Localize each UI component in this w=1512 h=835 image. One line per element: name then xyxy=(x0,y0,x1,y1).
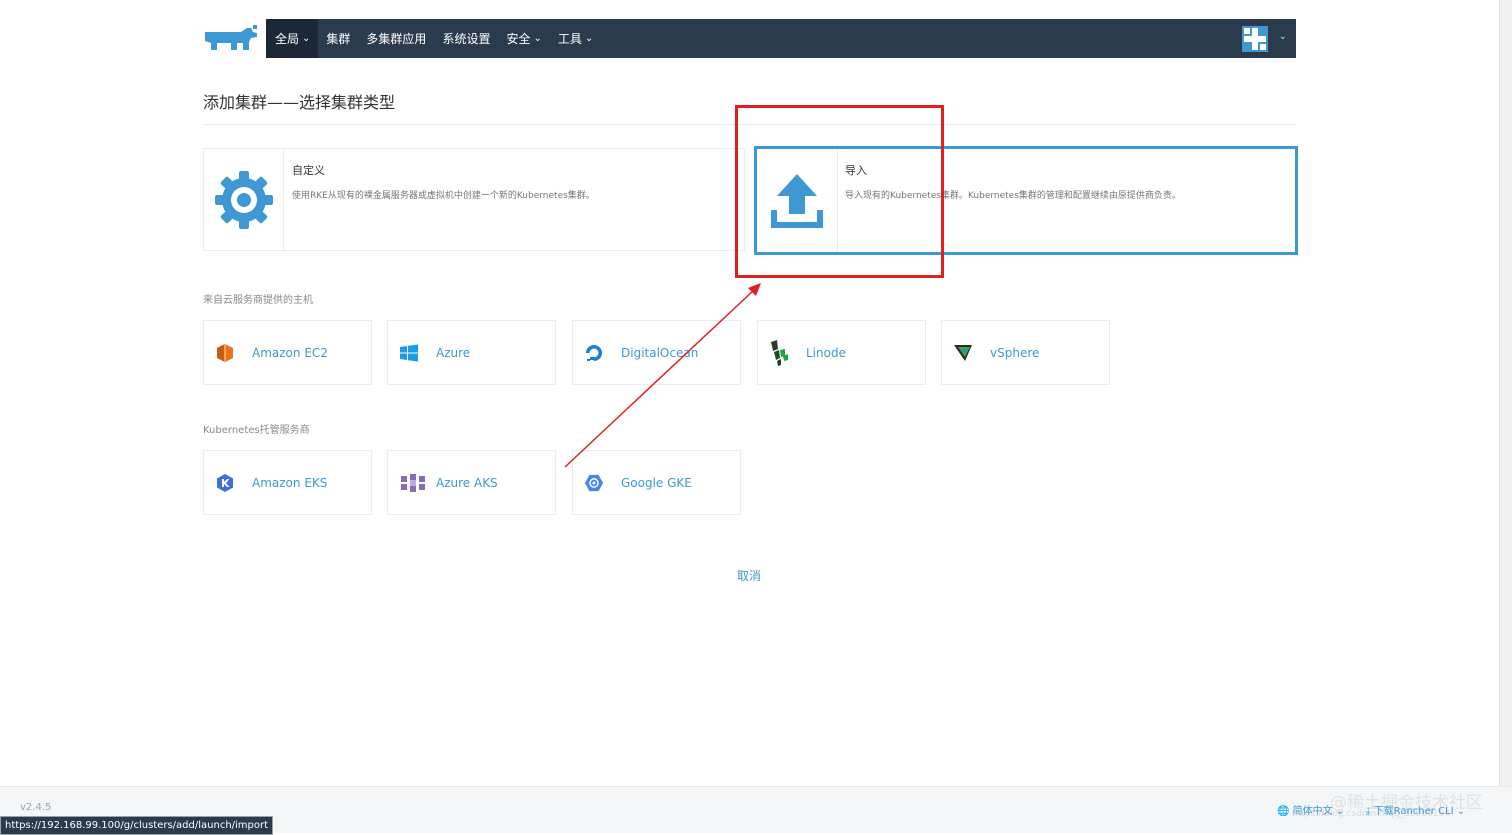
provider-label: Azure AKS xyxy=(436,475,498,490)
provider-azure[interactable]: Azure xyxy=(387,320,556,385)
vsphere-icon xyxy=(953,343,973,363)
chevron-down-icon: ⌄ xyxy=(302,33,311,44)
nav-item-label: 工具 xyxy=(557,32,582,46)
section-label-cloud-hosts: 来自云服务商提供的主机 xyxy=(203,295,313,306)
language-selector[interactable]: 🌐 简体中文 ⌄ xyxy=(1277,802,1344,817)
footer: @稀土掘金技术社区 https://blog.csdn.net/qq_36963… xyxy=(0,786,1512,835)
google-gke-icon xyxy=(584,473,604,493)
avatar-pattern-icon xyxy=(1242,26,1268,52)
nav-item-label: 集群 xyxy=(326,32,351,46)
rancher-logo-icon[interactable] xyxy=(203,24,259,54)
amazon-eks-icon xyxy=(215,473,235,493)
provider-google-gke[interactable]: Google GKE xyxy=(572,450,741,515)
cluster-type-import-card[interactable]: 导入 导入现有的Kubernetes集群。Kubernetes集群的管理和配置继… xyxy=(754,146,1298,255)
status-url-bar: https://192.168.99.100/g/clusters/add/la… xyxy=(0,816,274,835)
card-description: 导入现有的Kubernetes集群。Kubernetes集群的管理和配置继续由原… xyxy=(845,191,1181,201)
annotation-arrow-head xyxy=(748,283,761,296)
provider-label: vSphere xyxy=(990,345,1040,360)
download-cli-label: 下载Rancher CLI xyxy=(1373,806,1454,817)
azure-aks-icon xyxy=(399,473,427,493)
avatar-chevron-down-icon[interactable]: ⌄ xyxy=(1279,31,1287,42)
provider-label: Google GKE xyxy=(621,475,692,490)
title-divider xyxy=(203,124,1296,125)
vertical-scrollbar[interactable] xyxy=(1499,0,1512,786)
provider-digitalocean[interactable]: DigitalOcean xyxy=(572,320,741,385)
nav-menu: 全局 ⌄ 集群 多集群应用 系统设置 安全 ⌄ 工具 ⌄ xyxy=(266,19,601,58)
nav-item-4[interactable]: 安全 ⌄ xyxy=(498,19,549,58)
chevron-down-icon: ⌄ xyxy=(1335,806,1345,817)
section-label-k8s-hosted: Kubernetes托管服务商 xyxy=(203,425,310,436)
chevron-down-icon: ⌄ xyxy=(533,33,542,44)
provider-vsphere[interactable]: vSphere xyxy=(941,320,1110,385)
amazon-ec2-icon xyxy=(215,343,235,363)
azure-icon xyxy=(399,343,419,363)
provider-label: Amazon EKS xyxy=(252,475,328,490)
provider-amazon-eks[interactable]: Amazon EKS xyxy=(203,450,372,515)
provider-label: DigitalOcean xyxy=(621,345,699,360)
language-label: 简体中文 xyxy=(1292,806,1333,817)
card-description: 使用RKE从现有的裸金属服务器或虚拟机中创建一个新的Kubernetes集群。 xyxy=(292,191,595,201)
nav-item-3[interactable]: 系统设置 xyxy=(434,19,498,58)
provider-label: Amazon EC2 xyxy=(252,345,328,360)
provider-amazon-ec2[interactable]: Amazon EC2 xyxy=(203,320,372,385)
download-cli-link[interactable]: ⤓ 下载Rancher CLI ⌄ xyxy=(1366,802,1465,817)
version-label[interactable]: v2.4.5 xyxy=(20,802,51,813)
nav-item-0[interactable]: 全局 ⌄ xyxy=(266,19,319,58)
provider-label: Linode xyxy=(806,345,846,360)
page-title: 添加集群——选择集群类型 xyxy=(203,93,396,112)
cancel-link[interactable]: 取消 xyxy=(737,567,761,584)
chevron-down-icon: ⌄ xyxy=(584,33,594,44)
provider-linode[interactable]: Linode xyxy=(757,320,926,385)
chevron-down-icon: ⌄ xyxy=(1456,806,1466,817)
user-avatar[interactable] xyxy=(1242,26,1268,52)
card-title: 自定义 xyxy=(292,164,325,177)
cluster-type-custom-card[interactable]: 自定义 使用RKE从现有的裸金属服务器或虚拟机中创建一个新的Kubernetes… xyxy=(203,148,745,251)
gear-icon xyxy=(214,170,273,229)
card-title: 导入 xyxy=(845,164,867,177)
linode-icon xyxy=(769,339,789,366)
nav-item-label: 安全 xyxy=(506,32,531,46)
top-nav-bar: 全局 ⌄ 集群 多集群应用 系统设置 安全 ⌄ 工具 ⌄ ⌄ xyxy=(266,19,1296,58)
digitalocean-icon xyxy=(584,343,604,363)
nav-item-label: 全局 xyxy=(275,32,300,46)
nav-item-label: 系统设置 xyxy=(442,32,491,46)
nav-item-1[interactable]: 集群 xyxy=(318,19,358,58)
nav-item-label: 多集群应用 xyxy=(366,32,427,46)
upload-icon xyxy=(771,173,823,228)
nav-item-2[interactable]: 多集群应用 xyxy=(358,19,434,58)
globe-icon: 🌐 xyxy=(1277,806,1290,817)
nav-item-5[interactable]: 工具 ⌄ xyxy=(550,19,601,58)
download-icon: ⤓ xyxy=(1366,806,1371,817)
provider-label: Azure xyxy=(436,345,471,360)
provider-azure-aks[interactable]: Azure AKS xyxy=(387,450,556,515)
